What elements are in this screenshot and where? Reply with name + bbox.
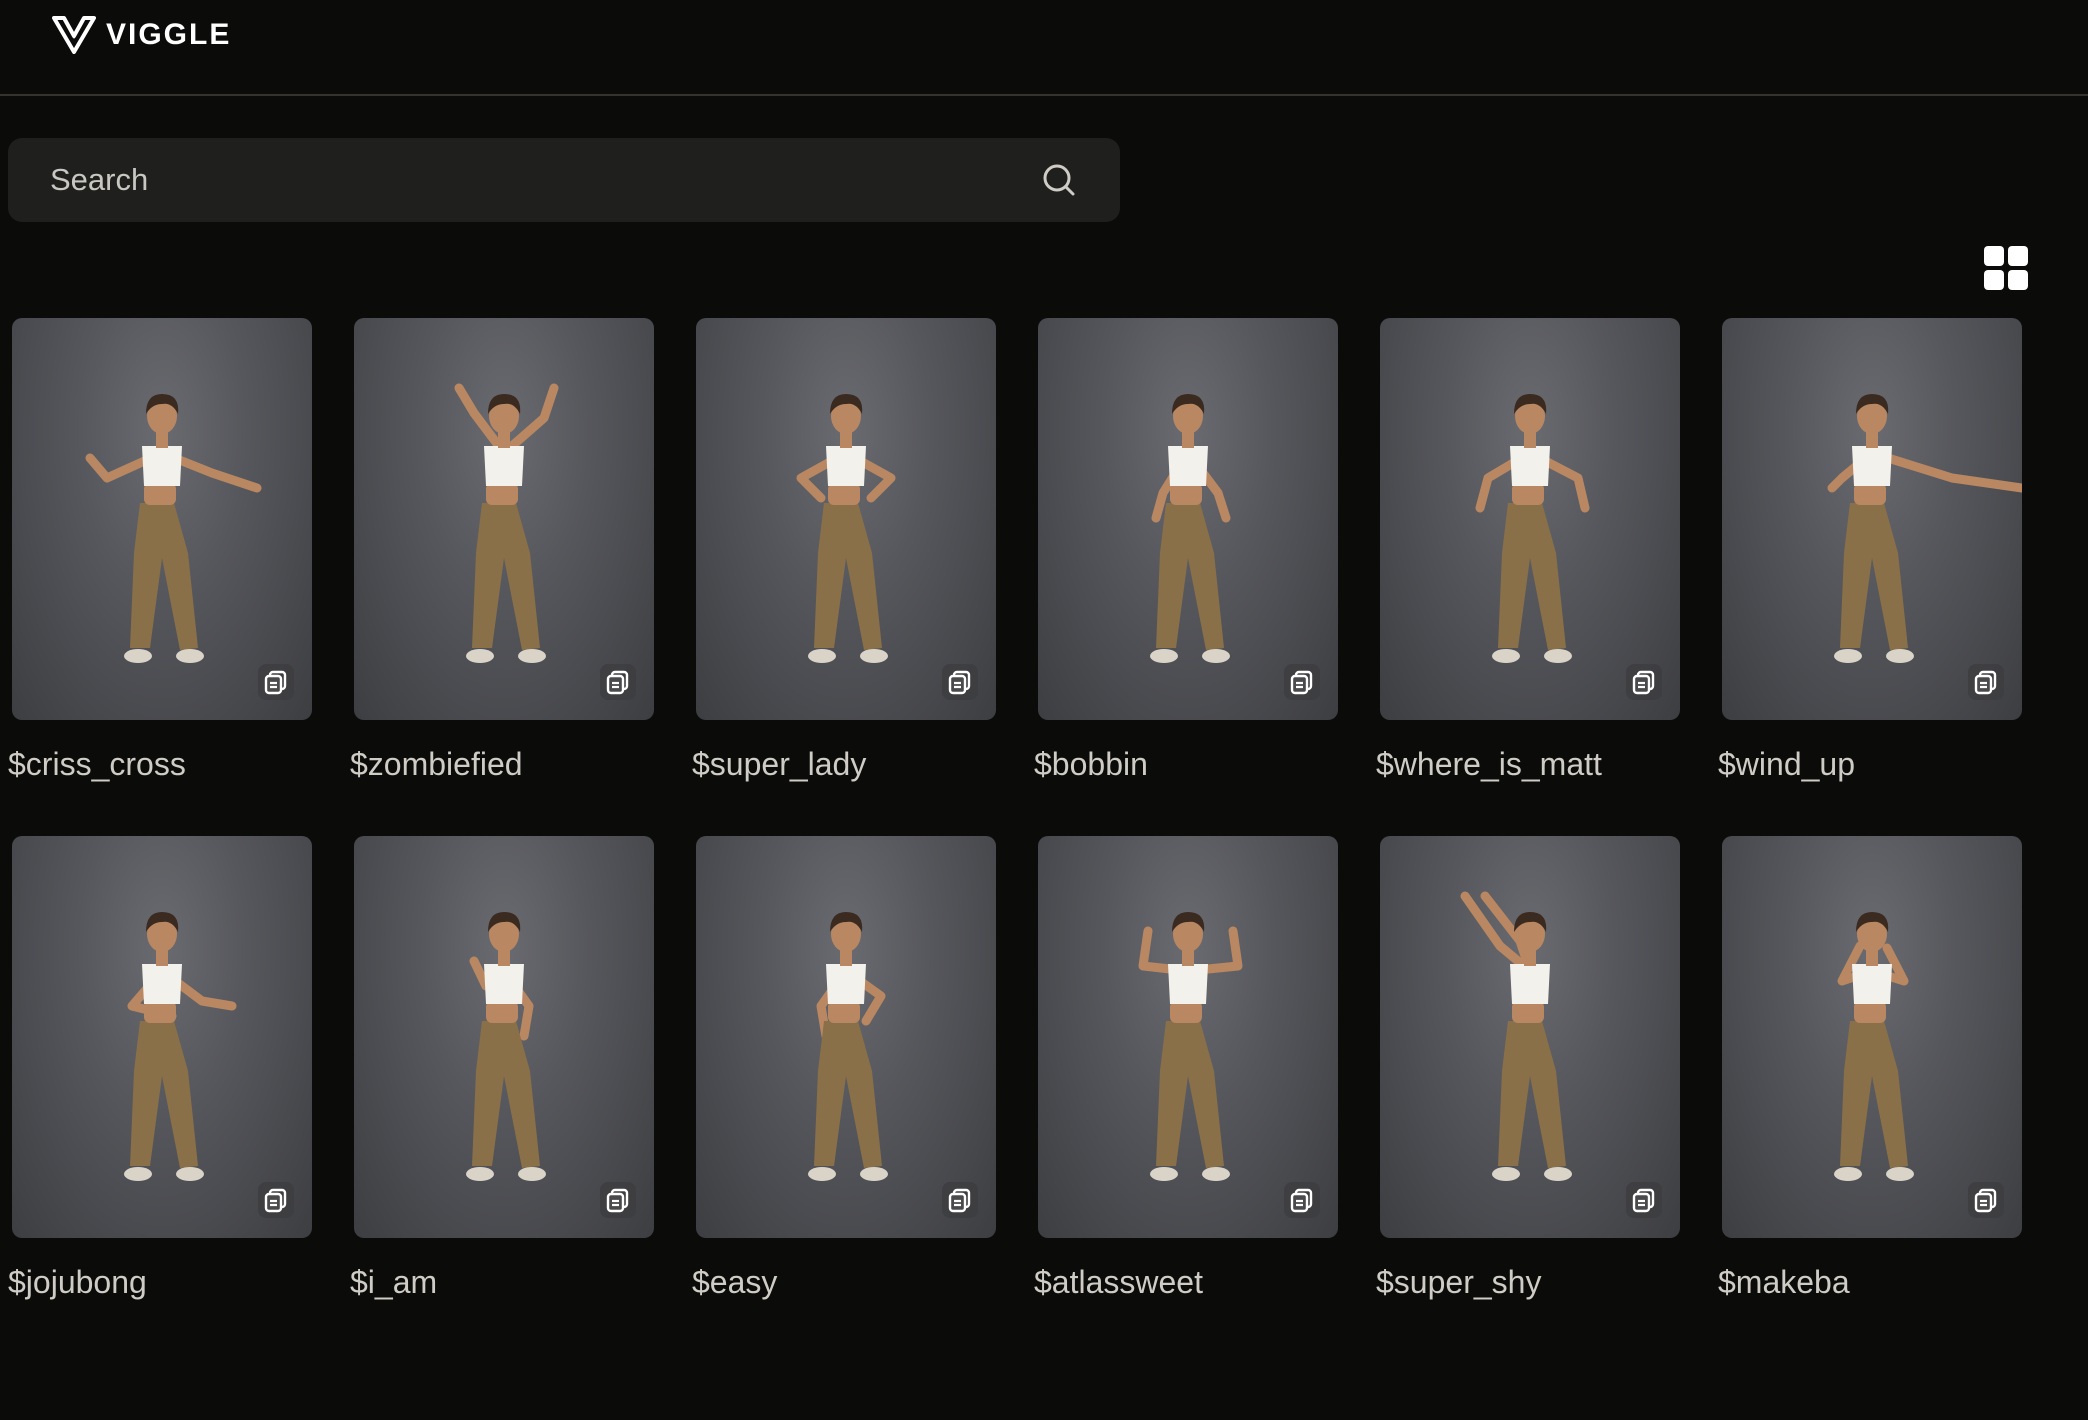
- copy-icon[interactable]: [1626, 1182, 1662, 1218]
- dancer-figure: [124, 912, 237, 1181]
- template-thumbnail[interactable]: [354, 836, 654, 1238]
- template-thumbnail[interactable]: [696, 836, 996, 1238]
- copy-icon[interactable]: [942, 664, 978, 700]
- copy-icon[interactable]: [600, 1182, 636, 1218]
- template-thumbnail[interactable]: [12, 318, 312, 720]
- copy-icon[interactable]: [1284, 664, 1320, 700]
- template-label[interactable]: $i_am: [350, 1264, 437, 1301]
- template-card[interactable]: $super_shy: [1376, 836, 1680, 1300]
- template-card[interactable]: $makeba: [1718, 836, 2022, 1300]
- dancer-figure: [1827, 394, 2022, 663]
- template-card[interactable]: $bobbin: [1034, 318, 1338, 782]
- dancer-figure: [454, 383, 559, 663]
- template-thumbnail[interactable]: [1038, 318, 1338, 720]
- template-thumbnail[interactable]: [1722, 318, 2022, 720]
- template-thumbnail[interactable]: [1038, 836, 1338, 1238]
- copy-icon[interactable]: [1284, 1182, 1320, 1218]
- template-card[interactable]: $super_lady: [692, 318, 996, 782]
- copy-icon[interactable]: [1626, 664, 1662, 700]
- dancer-figure: [796, 394, 896, 663]
- copy-icon[interactable]: [1968, 1182, 2004, 1218]
- template-card[interactable]: $easy: [692, 836, 996, 1300]
- template-thumbnail[interactable]: [696, 318, 996, 720]
- template-card[interactable]: $where_is_matt: [1376, 318, 1680, 782]
- template-card[interactable]: $zombiefied: [350, 318, 654, 782]
- template-card[interactable]: $wind_up: [1718, 318, 2022, 782]
- dancer-figure: [466, 912, 546, 1181]
- template-label[interactable]: $where_is_matt: [1376, 746, 1602, 783]
- dancer-figure: [808, 912, 888, 1181]
- copy-icon[interactable]: [942, 1182, 978, 1218]
- template-label[interactable]: $super_lady: [692, 746, 866, 783]
- template-card[interactable]: $jojubong: [8, 836, 312, 1300]
- dancer-figure: [1834, 912, 1914, 1181]
- template-thumbnail[interactable]: [1380, 318, 1680, 720]
- template-label[interactable]: $easy: [692, 1264, 777, 1301]
- template-thumbnail[interactable]: [1380, 836, 1680, 1238]
- template-thumbnail[interactable]: [354, 318, 654, 720]
- template-card[interactable]: $criss_cross: [8, 318, 312, 782]
- template-label[interactable]: $super_shy: [1376, 1264, 1541, 1301]
- template-card[interactable]: $atlassweet: [1034, 836, 1338, 1300]
- template-label[interactable]: $makeba: [1718, 1264, 1850, 1301]
- template-label[interactable]: $zombiefied: [350, 746, 523, 783]
- dancer-figure: [85, 394, 262, 663]
- copy-icon[interactable]: [258, 1182, 294, 1218]
- template-label[interactable]: $jojubong: [8, 1264, 147, 1301]
- dancer-figure: [1475, 394, 1590, 663]
- template-card[interactable]: $i_am: [350, 836, 654, 1300]
- template-label[interactable]: $atlassweet: [1034, 1264, 1203, 1301]
- copy-icon[interactable]: [1968, 664, 2004, 700]
- template-label[interactable]: $bobbin: [1034, 746, 1148, 783]
- dancer-figure: [1150, 394, 1231, 663]
- template-thumbnail[interactable]: [1722, 836, 2022, 1238]
- copy-icon[interactable]: [258, 664, 294, 700]
- template-thumbnail[interactable]: [12, 836, 312, 1238]
- dancer-figure: [1460, 891, 1572, 1181]
- template-label[interactable]: $criss_cross: [8, 746, 186, 783]
- dancer-figure: [1138, 912, 1243, 1181]
- template-grid: $criss_cross $zombiefied $super_lady $bobbi…: [0, 0, 2088, 1420]
- copy-icon[interactable]: [600, 664, 636, 700]
- template-label[interactable]: $wind_up: [1718, 746, 1855, 783]
